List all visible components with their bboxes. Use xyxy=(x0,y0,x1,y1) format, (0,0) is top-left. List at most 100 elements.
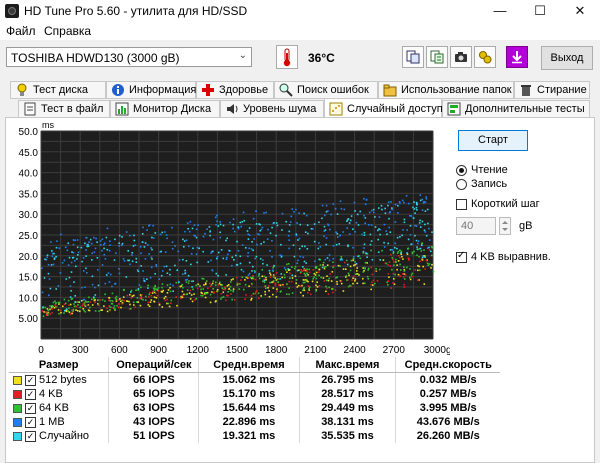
scatter-point xyxy=(257,292,260,295)
save-button[interactable] xyxy=(506,46,528,68)
tab-health[interactable]: Здоровье xyxy=(196,81,274,99)
tab-noise-level[interactable]: Уровень шума xyxy=(220,100,324,118)
y-tick-label: 35.0 xyxy=(19,189,39,200)
scatter-point xyxy=(393,264,395,267)
scatter-point xyxy=(327,293,330,295)
scatter-point xyxy=(89,306,91,309)
row-max: 29.449 ms xyxy=(299,401,397,415)
scatter-point xyxy=(178,281,180,284)
scatter-point xyxy=(428,249,431,251)
scatter-point xyxy=(187,228,189,230)
table-row: ✓ 1 MB 43 IOPS 22.896 ms 38.131 ms 43.676… xyxy=(9,415,500,429)
scatter-point xyxy=(133,239,136,242)
scatter-point xyxy=(311,280,314,283)
scatter-point xyxy=(202,250,204,253)
drive-select[interactable]: TOSHIBA HDWD130 (3000 gB) ⌄ xyxy=(6,47,252,67)
scatter-point xyxy=(121,303,123,305)
scatter-point xyxy=(346,263,349,266)
scatter-point xyxy=(103,242,106,245)
scatter-point xyxy=(103,244,105,246)
scatter-point xyxy=(327,279,330,282)
minimize-button[interactable]: — xyxy=(480,0,520,22)
scatter-point xyxy=(243,219,246,222)
scatter-point xyxy=(68,304,70,306)
scatter-point xyxy=(254,292,256,295)
scatter-point xyxy=(77,304,79,306)
scatter-point xyxy=(318,242,320,244)
step-spinner[interactable] xyxy=(499,217,511,235)
scatter-point xyxy=(136,301,138,303)
tab-extra-tests[interactable]: Дополнительные тесты xyxy=(442,100,590,118)
scatter-point xyxy=(171,241,174,243)
scatter-point xyxy=(121,236,123,238)
scatter-point xyxy=(153,300,156,303)
scatter-point xyxy=(321,217,323,220)
screenshot-button[interactable] xyxy=(450,46,472,68)
tab-disk-test[interactable]: Тест диска xyxy=(10,81,106,99)
scatter-point xyxy=(288,280,291,283)
tab-disk-monitor[interactable]: Монитор Диска xyxy=(110,100,220,118)
scatter-point xyxy=(46,308,49,310)
copy-text-button[interactable] xyxy=(426,46,448,68)
exit-button[interactable]: Выход xyxy=(541,46,593,70)
menu-help[interactable]: Справка xyxy=(44,24,91,38)
tab-file-test[interactable]: Тест в файл xyxy=(18,100,110,118)
tab-folder-usage[interactable]: Использование папок xyxy=(378,81,514,99)
scatter-point xyxy=(332,258,334,260)
tab-error-scan[interactable]: Поиск ошибок xyxy=(274,81,378,99)
scatter-point xyxy=(402,276,405,278)
scatter-point xyxy=(47,314,49,316)
scatter-point xyxy=(209,230,211,232)
scatter-point xyxy=(195,253,198,255)
options-button[interactable] xyxy=(474,46,496,68)
series-checkbox[interactable]: ✓ xyxy=(25,402,36,414)
series-checkbox[interactable]: ✓ xyxy=(25,416,36,428)
copy-info-button[interactable] xyxy=(402,46,424,68)
scatter-point xyxy=(63,298,66,301)
scatter-point xyxy=(77,254,79,256)
scatter-point xyxy=(335,231,337,233)
short-step-checkbox[interactable] xyxy=(456,199,467,210)
scatter-point xyxy=(421,256,424,259)
scatter-point xyxy=(347,272,350,275)
tab-erase[interactable]: Стирание xyxy=(514,81,590,99)
scatter-point xyxy=(392,251,395,253)
scatter-point xyxy=(51,308,53,310)
scatter-point xyxy=(409,278,412,281)
scatter-point xyxy=(165,265,168,268)
scatter-point xyxy=(81,286,83,289)
menu-file[interactable]: Файл xyxy=(6,24,36,38)
scatter-point xyxy=(385,262,388,265)
scatter-point xyxy=(395,258,397,261)
close-button[interactable]: ✕ xyxy=(560,0,600,22)
scatter-point xyxy=(289,277,291,279)
scatter-point xyxy=(193,224,196,226)
maximize-button[interactable]: ☐ xyxy=(520,0,560,22)
scatter-point xyxy=(423,283,426,285)
scatter-point xyxy=(115,300,118,302)
scatter-point xyxy=(45,258,48,261)
scatter-point xyxy=(209,293,212,296)
scatter-point xyxy=(337,236,339,238)
series-checkbox[interactable]: ✓ xyxy=(25,430,36,442)
tab-random-access[interactable]: Случайный доступ xyxy=(324,98,443,118)
scatter-point xyxy=(325,243,327,246)
write-radio[interactable] xyxy=(456,179,467,190)
scatter-point xyxy=(221,296,223,299)
start-button[interactable]: Старт xyxy=(458,130,528,151)
scatter-point xyxy=(366,275,369,278)
tab-info[interactable]: Информация xyxy=(106,81,196,99)
scatter-point xyxy=(377,251,380,253)
scatter-point xyxy=(70,261,73,264)
x-tick-label: 1200 xyxy=(187,345,210,355)
scatter-point xyxy=(125,300,128,302)
read-radio[interactable] xyxy=(456,165,467,176)
scatter-point xyxy=(345,268,347,270)
align-4kb-checkbox[interactable] xyxy=(456,250,467,263)
scatter-point xyxy=(390,201,392,203)
step-input[interactable]: 40 xyxy=(456,217,496,235)
scatter-point xyxy=(138,284,141,286)
series-checkbox[interactable]: ✓ xyxy=(25,388,36,400)
scatter-point xyxy=(119,298,121,300)
series-checkbox[interactable]: ✓ xyxy=(25,374,36,386)
